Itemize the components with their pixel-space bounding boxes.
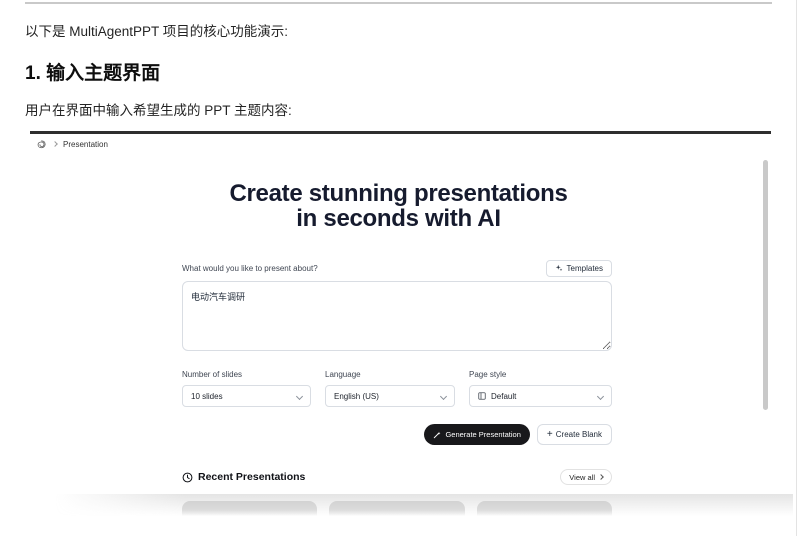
page-right-border [796,0,797,536]
recent-presentations-title: Recent Presentations [182,471,305,483]
prompt-label: What would you like to present about? [182,263,318,273]
slides-count-select[interactable]: 10 slides [182,385,311,407]
chevron-right-icon [598,474,604,480]
chevron-down-icon [295,392,304,401]
recent-presentation-card-skeleton [476,501,612,516]
language-label: Language [325,370,361,379]
page-style-value: Default [491,391,517,401]
top-divider [25,2,772,4]
options-row: Number of slides 10 slides Language Engl… [182,370,612,407]
templates-button-label: Templates [566,263,603,273]
prompt-form: What would you like to present about? Te… [182,259,612,516]
hero-title-line2: in seconds with AI [296,205,501,232]
section-heading: 1. 输入主题界面 [25,63,161,84]
page-style-option: Page style Default [469,370,612,407]
page: 以下是 MultiAgentPPT 项目的核心功能演示: 1. 输入主题界面 用… [0,0,800,536]
doc-intro-text: 以下是 MultiAgentPPT 项目的核心功能演示: [25,24,289,39]
slides-count-label: Number of slides [182,370,243,379]
prompt-header-row: What would you like to present about? Te… [182,259,612,277]
recent-presentation-card-skeleton [182,501,318,516]
chevron-down-icon [439,392,448,401]
sparkles-icon [555,264,563,272]
breadcrumb-chevron-icon [52,141,58,147]
plus-icon: + [546,428,553,440]
language-option: Language English (US) [325,370,455,407]
language-select[interactable]: English (US) [325,385,455,407]
create-blank-label: Create Blank [555,430,602,439]
prompt-input[interactable]: 电动汽车调研 [182,281,612,351]
slides-count-option: Number of slides 10 slides [182,370,311,407]
hero-title-line1: Create stunning presentations [229,180,568,207]
generate-presentation-button[interactable]: Generate Presentation [424,424,530,445]
breadcrumb: Presentation [36,139,108,150]
logo-icon[interactable] [36,139,47,150]
clock-icon [182,472,193,483]
templates-button[interactable]: Templates [545,259,612,277]
view-all-label: View all [569,472,595,482]
recent-cards-row [182,501,612,516]
recent-presentations-row: Recent Presentations View all [182,469,612,485]
wand-icon [433,431,441,439]
screenshot-top-border [30,131,771,134]
hero-title: Create stunning presentations in seconds… [28,181,769,231]
generate-button-label: Generate Presentation [445,430,521,439]
recent-presentation-card-skeleton [329,501,465,516]
chevron-down-icon [596,392,605,401]
slides-count-value: 10 slides [191,391,223,401]
create-blank-button[interactable]: + Create Blank [536,424,612,445]
actions-row: Generate Presentation + Create Blank [182,424,612,445]
layout-icon [478,392,486,400]
page-style-select[interactable]: Default [469,385,612,407]
view-all-button[interactable]: View all [560,469,612,485]
page-style-label: Page style [469,370,507,379]
doc-description-text: 用户在界面中输入希望生成的 PPT 主题内容: [25,103,292,118]
breadcrumb-current[interactable]: Presentation [63,140,108,149]
language-value: English (US) [334,391,379,401]
recent-title-label: Recent Presentations [198,471,306,483]
scrollbar-thumb[interactable] [763,160,768,410]
